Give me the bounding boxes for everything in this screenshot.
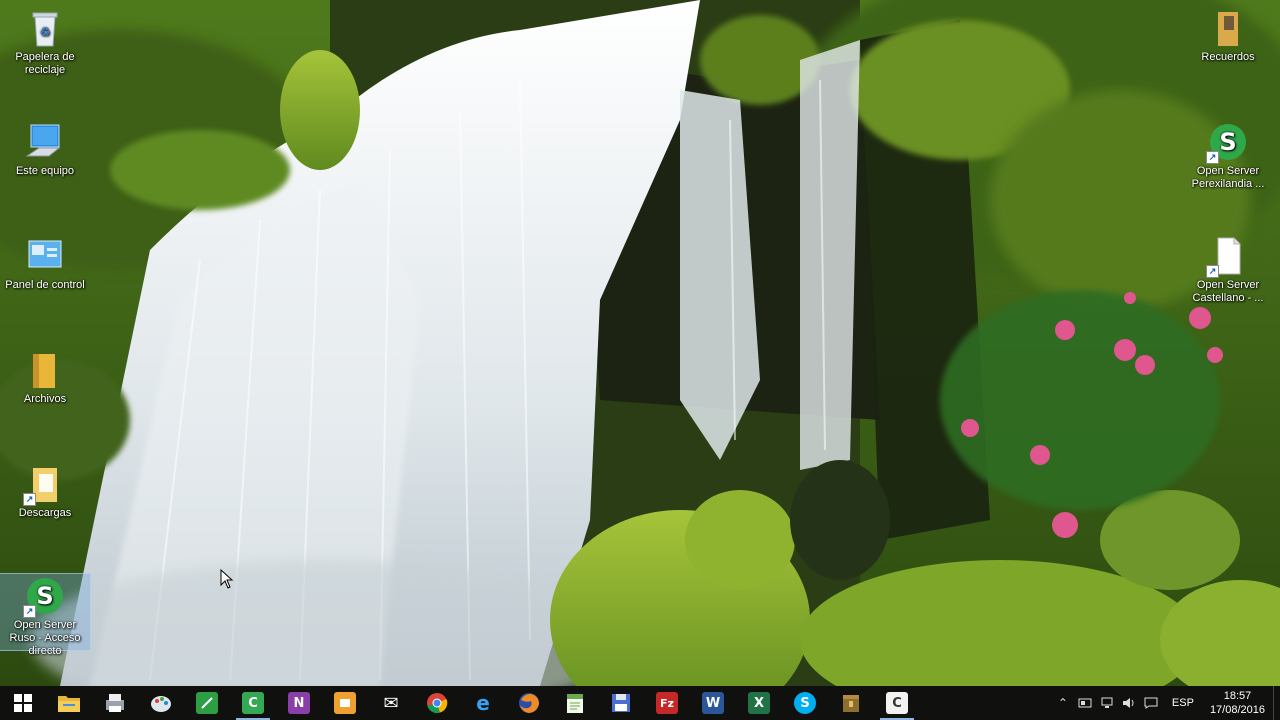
tray-app-icon[interactable]	[1074, 686, 1096, 720]
shortcut-arrow-icon: ↗	[1206, 265, 1219, 278]
chrome-icon	[427, 693, 448, 713]
desktop-icon-open-server-castellano[interactable]: ↗ Open Server Castellano - ...	[1183, 236, 1273, 305]
shortcut-arrow-icon: ↗	[23, 493, 36, 506]
action-center-icon[interactable]	[1140, 686, 1162, 720]
network-icon[interactable]	[1096, 686, 1118, 720]
excel-icon: X	[748, 692, 770, 714]
desktop-icon-recycle-bin[interactable]: ♻ Papelera de reciclaje	[0, 8, 90, 77]
taskbar-word[interactable]: W	[690, 686, 736, 720]
desktop-icon-label: Papelera de reciclaje	[15, 51, 75, 76]
start-button[interactable]	[0, 686, 46, 720]
recycle-bin-icon: ♻	[25, 8, 65, 48]
desktop-icon-label: Open Server Castellano - ...	[1192, 279, 1264, 304]
taskbar-notepad-green[interactable]	[552, 686, 598, 720]
taskbar-edge[interactable]: e	[460, 686, 506, 720]
desktop-icon-label: Open Server Ruso - Acceso directo	[9, 619, 81, 657]
folder-shortcut-icon: ↗	[23, 464, 65, 506]
taskbar-file-explorer[interactable]	[46, 686, 92, 720]
paint-app-icon	[151, 696, 171, 712]
green-app-icon	[196, 692, 218, 714]
desktop-icon-this-pc[interactable]: Este equipo	[0, 122, 90, 178]
outlook-app-icon	[334, 692, 356, 714]
svg-text:S: S	[1219, 128, 1236, 156]
c-app-white-icon: C	[886, 692, 908, 714]
taskbar: C N ✉ e Fz W X S C ⌃ ESP 18:57 17/08/201…	[0, 686, 1280, 720]
skype-icon: S	[794, 692, 816, 714]
open-server-icon: S ↗	[1206, 122, 1248, 164]
taskbar-excel[interactable]: X	[736, 686, 782, 720]
taskbar-archive-app[interactable]	[828, 686, 874, 720]
taskbar-c-app[interactable]: C	[230, 686, 276, 720]
taskbar-green-app[interactable]	[184, 686, 230, 720]
desktop-icon-archivos[interactable]: Archivos	[0, 350, 90, 406]
taskbar-firefox[interactable]	[506, 686, 552, 720]
mouse-cursor-icon	[220, 569, 234, 589]
firefox-icon	[519, 693, 539, 713]
taskbar-paint-app[interactable]	[138, 686, 184, 720]
desktop-icon-recuerdos[interactable]: Recuerdos	[1183, 8, 1273, 64]
photo-folder-icon	[1208, 8, 1248, 48]
desktop-icon-label: Recuerdos	[1201, 51, 1255, 63]
system-tray: ⌃ ESP 18:57 17/08/2016	[1052, 686, 1280, 720]
taskbar-c-app-white[interactable]: C	[874, 686, 920, 720]
clock[interactable]: 18:57 17/08/2016	[1204, 689, 1273, 717]
open-server-icon: S ↗	[23, 576, 65, 618]
printer-app-icon	[106, 694, 124, 712]
word-icon: W	[702, 692, 724, 714]
desktop-icon-label: Descargas	[18, 507, 72, 519]
mail-icon: ✉	[383, 692, 399, 714]
c-app-icon: C	[242, 692, 264, 714]
file-explorer-icon	[58, 696, 80, 712]
waterfall-scene	[0, 0, 1280, 686]
desktop-icon-label: Open Server Perexilandia ...	[1191, 165, 1265, 190]
svg-text:S: S	[36, 582, 53, 610]
file-shortcut-icon: ↗	[1206, 236, 1248, 278]
show-desktop-button[interactable]	[1273, 686, 1280, 720]
shortcut-arrow-icon: ↗	[1206, 151, 1219, 164]
archive-app-icon	[843, 695, 859, 712]
save-app-icon	[612, 694, 630, 712]
computer-icon	[25, 122, 65, 162]
taskbar-save-app[interactable]	[598, 686, 644, 720]
folder-icon	[25, 350, 65, 390]
shortcut-arrow-icon: ↗	[23, 605, 36, 618]
taskbar-printer-app[interactable]	[92, 686, 138, 720]
svg-text:♻: ♻	[40, 25, 51, 39]
desktop-icon-open-server-ruso[interactable]: S ↗ Open Server Ruso - Acceso directo	[0, 573, 91, 657]
taskbar-onenote[interactable]: N	[276, 686, 322, 720]
clock-time: 18:57	[1223, 690, 1252, 702]
language-indicator[interactable]: ESP	[1162, 697, 1204, 709]
taskbar-mail[interactable]: ✉	[368, 686, 414, 720]
edge-icon: e	[476, 691, 490, 715]
taskbar-chrome[interactable]	[414, 686, 460, 720]
desktop-icon-open-server-perexilandia[interactable]: S ↗ Open Server Perexilandia ...	[1183, 122, 1273, 191]
windows-logo-icon	[14, 694, 32, 712]
notepad-green-icon	[567, 694, 583, 713]
desktop-icon-label: Archivos	[23, 393, 67, 405]
desktop-icon-label: Este equipo	[15, 165, 75, 177]
control-panel-icon	[25, 236, 65, 276]
desktop-icon-label: Panel de control	[5, 279, 85, 291]
desktop-icon-control-panel[interactable]: Panel de control	[0, 236, 90, 292]
desktop-icon-descargas[interactable]: ↗ Descargas	[0, 464, 90, 520]
desktop-wallpaper	[0, 0, 1280, 686]
onenote-icon: N	[288, 692, 310, 714]
taskbar-filezilla[interactable]: Fz	[644, 686, 690, 720]
filezilla-icon: Fz	[656, 692, 678, 714]
clock-date: 17/08/2016	[1209, 704, 1265, 716]
taskbar-outlook-app[interactable]	[322, 686, 368, 720]
chevron-up-icon[interactable]: ⌃	[1052, 686, 1074, 720]
taskbar-skype[interactable]: S	[782, 686, 828, 720]
volume-icon[interactable]	[1118, 686, 1140, 720]
